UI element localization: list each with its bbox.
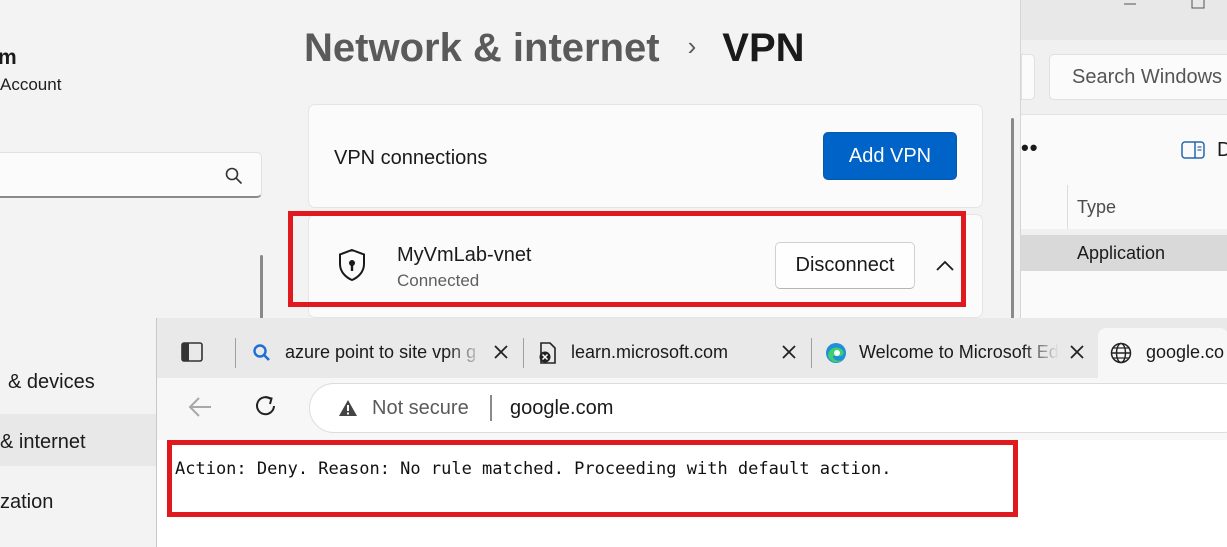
add-vpn-button[interactable]: Add VPN (823, 132, 957, 180)
table-header: Type (1021, 185, 1227, 229)
vpn-connection-item[interactable]: MyVmLab-vnet Connected Disconnect (308, 214, 983, 318)
event-viewer-window: Search Windows •• D Type Application (1020, 0, 1227, 320)
tab-welcome-edge[interactable]: Welcome to Microsoft Ed (811, 328, 1097, 378)
settings-search-input[interactable] (0, 152, 262, 198)
refresh-icon[interactable] (253, 393, 279, 419)
tab-title: learn.microsoft.com (571, 342, 729, 362)
minimize-icon[interactable] (1123, 0, 1137, 10)
search-windows-input[interactable]: Search Windows (1049, 54, 1227, 100)
back-arrow-icon[interactable] (187, 396, 213, 418)
edge-icon (826, 343, 846, 363)
broken-page-icon (539, 342, 556, 364)
close-tab-icon[interactable] (1069, 344, 1085, 360)
tab-title: google.co (1146, 342, 1225, 362)
search-icon (225, 167, 243, 185)
sidebar-item-label: zation (0, 491, 54, 513)
breadcrumb: Network & internet › VPN (304, 26, 805, 71)
type-cell: Application (1077, 243, 1166, 263)
tab-azure-search[interactable]: azure point to site vpn g (237, 328, 517, 378)
page-content: Action: Deny. Reason: No rule matched. P… (157, 440, 1227, 547)
page-title: VPN (722, 26, 805, 70)
tab-title: azure point to site vpn g (285, 342, 477, 362)
address-divider (490, 395, 492, 421)
page-body-text: Action: Deny. Reason: No rule matched. P… (175, 459, 892, 479)
details-label[interactable]: D (1217, 139, 1227, 162)
account-name: m (0, 46, 17, 69)
sidebar-scrollbar[interactable] (260, 255, 263, 325)
browser-window: azure point to site vpn g learn.microsof… (156, 318, 1227, 547)
tab-google[interactable]: google.co (1098, 328, 1227, 378)
sidebar-item-label: & devices (8, 371, 95, 393)
content-scrollbar[interactable] (1011, 118, 1014, 323)
tab-actions-icon[interactable] (181, 342, 203, 362)
search-icon (253, 344, 270, 361)
table-empty-area (1021, 271, 1227, 320)
account-subtitle: Account (0, 75, 62, 94)
disconnect-button[interactable]: Disconnect (775, 242, 915, 289)
maximize-icon[interactable] (1191, 0, 1205, 10)
close-tab-icon[interactable] (781, 344, 797, 360)
breadcrumb-parent[interactable]: Network & internet (304, 26, 660, 70)
browser-toolbar: Not secure google.com (157, 378, 1227, 441)
toolbar: •• D (1021, 114, 1227, 186)
column-header-type[interactable]: Type (1077, 197, 1116, 218)
tab-title: Welcome to Microsoft Ed (859, 342, 1059, 362)
filter-input[interactable] (1021, 54, 1035, 100)
column-divider[interactable] (1067, 185, 1068, 229)
vpn-connection-name: MyVmLab-vnet (397, 244, 532, 266)
tab-strip: azure point to site vpn g learn.microsof… (157, 318, 1227, 378)
vpn-connections-card: VPN connections Add VPN (308, 104, 983, 208)
warning-icon[interactable] (338, 399, 358, 417)
more-options-icon[interactable]: •• (1021, 135, 1038, 161)
tab-learn-microsoft[interactable]: learn.microsoft.com (523, 328, 811, 378)
url-text[interactable]: google.com (510, 397, 613, 420)
shield-icon (339, 248, 365, 282)
close-tab-icon[interactable] (493, 344, 509, 360)
details-pane-icon[interactable] (1181, 141, 1205, 159)
address-bar[interactable]: Not secure google.com (309, 383, 1227, 433)
title-bar (1021, 0, 1227, 40)
sidebar-item-label: & internet (0, 431, 86, 453)
vpn-connections-label: VPN connections (334, 147, 488, 169)
chevron-up-icon[interactable] (935, 260, 955, 272)
breadcrumb-separator: › (687, 31, 697, 61)
tab-separator (235, 338, 236, 368)
security-status[interactable]: Not secure (372, 397, 469, 420)
vpn-connection-status: Connected (397, 271, 480, 290)
table-row[interactable]: Application (1021, 235, 1227, 271)
globe-icon (1110, 342, 1132, 364)
